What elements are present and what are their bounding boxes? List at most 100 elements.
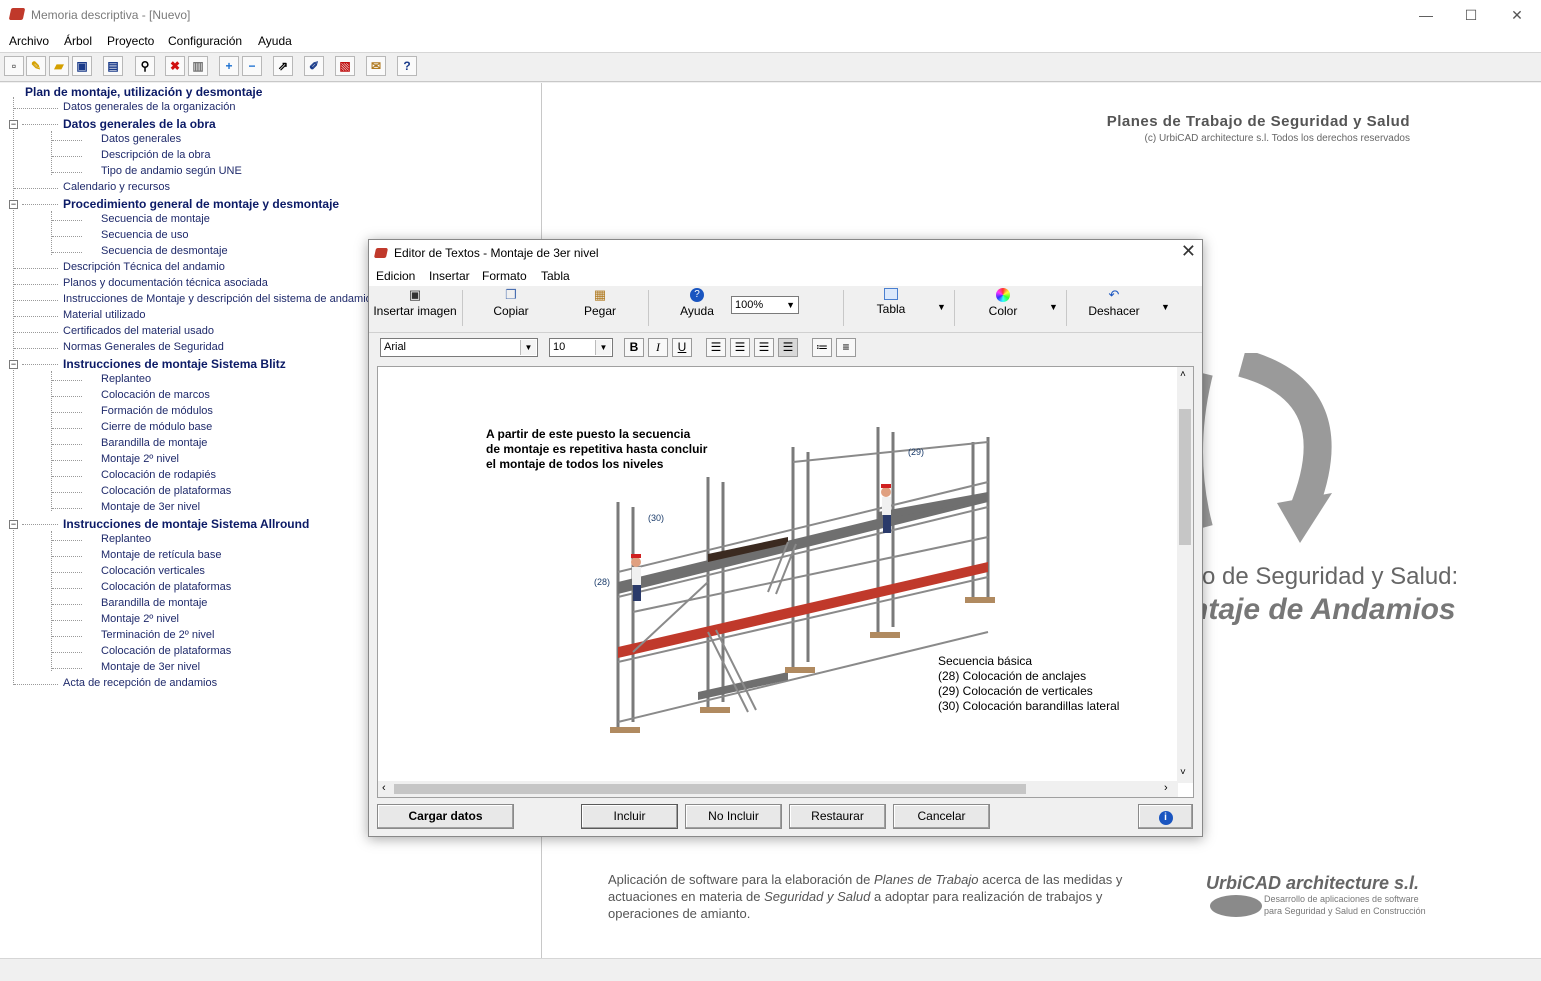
open-folder-icon[interactable]: ▰ <box>49 56 69 76</box>
tree-item[interactable]: Colocación de marcos <box>101 389 210 401</box>
tree-item[interactable]: Instrucciones de Montaje y descripción d… <box>63 293 377 305</box>
tree-item[interactable]: Normas Generales de Seguridad <box>63 341 224 353</box>
tree-item[interactable]: Descripción de la obra <box>101 149 210 161</box>
tree-collapse-icon[interactable]: − <box>9 520 18 529</box>
restore-button[interactable]: Restaurar <box>789 804 886 829</box>
tree-item[interactable]: Cierre de módulo base <box>101 421 212 433</box>
preview-icon[interactable]: ▤ <box>103 56 123 76</box>
close-button[interactable]: ✕ <box>1494 0 1540 30</box>
exclude-button[interactable]: No Incluir <box>685 804 782 829</box>
open-wizard-icon[interactable]: ✎ <box>26 56 46 76</box>
dialog-close-button[interactable]: ✕ <box>1181 241 1196 262</box>
tree-item[interactable]: Procedimiento general de montaje y desmo… <box>63 197 339 211</box>
tree-item[interactable]: Montaje 2º nivel <box>101 453 179 465</box>
tree-collapse-icon[interactable]: − <box>9 200 18 209</box>
scroll-up-icon[interactable]: ˄ <box>1180 369 1186 380</box>
tree-item[interactable]: Formación de módulos <box>101 405 213 417</box>
menu-proyecto[interactable]: Proyecto <box>107 34 154 48</box>
menu-arbol[interactable]: Árbol <box>64 34 92 48</box>
menu-formato[interactable]: Formato <box>482 269 527 283</box>
info-button[interactable]: i <box>1138 804 1193 829</box>
tree-root[interactable]: Plan de montaje, utilización y desmontaj… <box>25 85 262 99</box>
size-select[interactable]: 10 ▼ <box>549 338 613 357</box>
menu-insertar[interactable]: Insertar <box>429 269 470 283</box>
clipboard-icon[interactable]: ▥ <box>188 56 208 76</box>
tree-item[interactable]: Material utilizado <box>63 309 146 321</box>
scroll-right-icon[interactable]: › <box>1164 782 1168 794</box>
tree-item[interactable]: Replanteo <box>101 373 151 385</box>
align-justify-icon[interactable]: ☰ <box>778 338 798 357</box>
align-center-icon[interactable]: ☰ <box>754 338 774 357</box>
save-icon[interactable]: ▣ <box>72 56 92 76</box>
paste-button[interactable]: ▦ Pegar <box>570 288 630 328</box>
underline-button[interactable]: U <box>672 338 692 357</box>
tree-item[interactable]: Datos generales de la organización <box>63 101 235 113</box>
menu-ayuda[interactable]: Ayuda <box>258 34 292 48</box>
tree-item[interactable]: Datos generales de la obra <box>63 117 216 131</box>
tree-item[interactable]: Tipo de andamio según UNE <box>101 165 242 177</box>
help-icon[interactable]: ? <box>397 56 417 76</box>
horizontal-scroll-thumb[interactable] <box>394 784 1026 794</box>
include-button[interactable]: Incluir <box>581 804 678 829</box>
menu-archivo[interactable]: Archivo <box>9 34 49 48</box>
tree-item[interactable]: Montaje 2º nivel <box>101 613 179 625</box>
minimize-button[interactable]: — <box>1403 0 1449 30</box>
tree-item[interactable]: Colocación de plataformas <box>101 485 231 497</box>
tree-collapse-icon[interactable]: − <box>9 360 18 369</box>
load-data-button[interactable]: Cargar datos <box>377 804 514 829</box>
tree-item[interactable]: Montaje de retícula base <box>101 549 221 561</box>
add-icon[interactable]: + <box>219 56 239 76</box>
delete-icon[interactable]: ✖ <box>165 56 185 76</box>
help-button[interactable]: ? Ayuda <box>667 288 727 328</box>
cancel-button[interactable]: Cancelar <box>893 804 990 829</box>
pdf-icon[interactable]: ▧ <box>335 56 355 76</box>
tree-item[interactable]: Secuencia de desmontaje <box>101 245 228 257</box>
scroll-down-icon[interactable]: ˅ <box>1180 767 1186 778</box>
zoom-select[interactable]: 100% ▼ <box>731 296 799 314</box>
vertical-scroll-thumb[interactable] <box>1179 409 1191 545</box>
menu-tabla[interactable]: Tabla <box>541 269 570 283</box>
tree-item[interactable]: Secuencia de uso <box>101 229 188 241</box>
tree-item[interactable]: Colocación verticales <box>101 565 205 577</box>
tree-item[interactable]: Barandilla de montaje <box>101 597 207 609</box>
tree-item[interactable]: Terminación de 2º nivel <box>101 629 214 641</box>
undo-button[interactable]: ↶ Deshacer <box>1084 288 1144 328</box>
insert-image-button[interactable]: ▣ Insertar imagen <box>372 288 458 328</box>
numbered-list-icon[interactable]: ≔ <box>812 338 832 357</box>
italic-button[interactable]: I <box>648 338 668 357</box>
bullet-list-icon[interactable]: ≡ <box>836 338 856 357</box>
tree-item[interactable]: Descripción Técnica del andamio <box>63 261 225 273</box>
bold-button[interactable]: B <box>624 338 644 357</box>
tree-item[interactable]: Barandilla de montaje <box>101 437 207 449</box>
horizontal-scrollbar[interactable]: ‹ › <box>378 781 1178 797</box>
menu-configuracion[interactable]: Configuración <box>168 34 242 48</box>
tree-item[interactable]: Montaje de 3er nivel <box>101 501 200 513</box>
tree-item[interactable]: Acta de recepción de andamios <box>63 677 217 689</box>
table-button[interactable]: Tabla <box>861 288 921 328</box>
tree-item[interactable]: Colocación de rodapiés <box>101 469 216 481</box>
font-select[interactable]: Arial ▼ <box>380 338 538 357</box>
find-icon[interactable]: ⚲ <box>135 56 155 76</box>
export-icon[interactable]: ⇗ <box>273 56 293 76</box>
edit-icon[interactable]: ✐ <box>304 56 324 76</box>
color-dropdown-icon[interactable]: ▼ <box>1049 302 1058 312</box>
align-right-icon[interactable]: ☰ <box>730 338 750 357</box>
certificate-icon[interactable]: ✉ <box>366 56 386 76</box>
new-file-icon[interactable]: ▫ <box>4 56 24 76</box>
color-button[interactable]: Color <box>973 288 1033 328</box>
tree-item[interactable]: Montaje de 3er nivel <box>101 661 200 673</box>
tree-collapse-icon[interactable]: − <box>9 120 18 129</box>
tree-item[interactable]: Instrucciones de montaje Sistema Allroun… <box>63 517 309 531</box>
tree-item[interactable]: Instrucciones de montaje Sistema Blitz <box>63 357 286 371</box>
tree-item[interactable]: Colocación de plataformas <box>101 645 231 657</box>
tree-item[interactable]: Datos generales <box>101 133 181 145</box>
tree-item[interactable]: Calendario y recursos <box>63 181 170 193</box>
copy-button[interactable]: ❐ Copiar <box>481 288 541 328</box>
tree-item[interactable]: Colocación de plataformas <box>101 581 231 593</box>
remove-icon[interactable]: − <box>242 56 262 76</box>
maximize-button[interactable]: ☐ <box>1448 0 1494 30</box>
tree-item[interactable]: Replanteo <box>101 533 151 545</box>
scroll-left-icon[interactable]: ‹ <box>382 782 386 794</box>
undo-dropdown-icon[interactable]: ▼ <box>1161 302 1170 312</box>
align-left-icon[interactable]: ☰ <box>706 338 726 357</box>
